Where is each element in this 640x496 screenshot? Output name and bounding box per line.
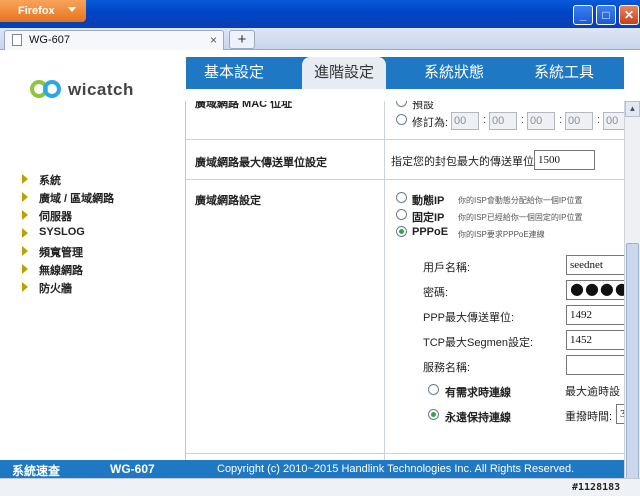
tab-advanced-settings[interactable]: 進階設定 (302, 57, 386, 89)
mac-field-2[interactable]: 00 (489, 112, 517, 130)
main-nav: 基本設定 進階設定 系統狀態 系統工具 (186, 57, 624, 89)
tab-system-status[interactable]: 系統狀態 (406, 57, 502, 89)
new-tab-button[interactable]: + (229, 30, 255, 49)
sidebar-item-label: 系統 (39, 175, 61, 187)
mac-modify-label: 修訂為: (412, 117, 449, 129)
sidebar: 系統 廣域 / 區域網路 伺服器 SYSLOG 頻寬管理 無線網路 防火牆 (0, 101, 186, 461)
mac-field-1[interactable]: 00 (451, 112, 479, 130)
maximize-button[interactable]: □ (596, 5, 616, 25)
keep-alive-radio[interactable] (428, 409, 439, 420)
wan-mac-label: 廣域網路 MAC 位址 (195, 101, 293, 110)
mac-field-3[interactable]: 00 (527, 112, 555, 130)
footer-model: WG-607 (110, 462, 155, 476)
pppoe-radio[interactable] (396, 226, 407, 237)
browser-tabbar: WG-607 × + (0, 28, 640, 50)
username-label: 用戶名稱: (423, 262, 471, 274)
dynamic-ip-hint: 你的ISP會動態分配給你一個IP位置 (458, 196, 583, 205)
minimize-button[interactable]: _ (573, 5, 593, 25)
static-ip-hint: 你的ISP已經給你一個固定的IP位置 (458, 213, 583, 222)
password-input[interactable]: ●●●●● (566, 280, 625, 300)
sidebar-item-label: 無線網路 (39, 265, 83, 277)
vertical-scrollbar[interactable]: ▲ ▼ (624, 101, 640, 496)
on-demand-label: 有需求時連線 (445, 387, 511, 399)
chevron-down-icon (68, 7, 76, 12)
dynamic-ip-radio[interactable] (396, 192, 407, 203)
ppp-mtu-label: PPP最大傳送單位: (423, 312, 515, 324)
page-icon (12, 34, 22, 46)
mtu-label: 廣域網路最大傳送單位設定 (195, 157, 327, 169)
triangle-bullet-icon (22, 264, 28, 274)
mtu-input[interactable]: 1500 (534, 150, 595, 170)
dynamic-ip-label: 動態IP (412, 195, 445, 207)
ppp-mtu-input[interactable]: 1492 (566, 305, 625, 325)
mac-field-4[interactable]: 00 (565, 112, 593, 130)
tcp-mss-input[interactable]: 1452 (566, 330, 625, 350)
close-window-button[interactable]: ✕ (619, 5, 639, 25)
triangle-bullet-icon (22, 282, 28, 292)
footer: 系統速查 WG-607 Copyright (c) 2010~2015 Hand… (0, 460, 624, 478)
browser-tab-title: WG-607 (29, 34, 70, 46)
row-divider (186, 179, 625, 180)
firefox-menu-label: Firefox (18, 5, 55, 17)
wicatch-logo-icon (30, 80, 61, 98)
watermark: #1128183 (572, 482, 621, 493)
firefox-menu-button[interactable]: Firefox (0, 0, 86, 22)
tcp-mss-label: TCP最大Segmen設定: (423, 337, 534, 349)
sidebar-item-label: 防火牆 (39, 283, 72, 295)
tab-basic-settings[interactable]: 基本設定 (186, 57, 282, 89)
logo-text: wicatch (68, 80, 134, 99)
router-admin-page: wicatch 基本設定 進階設定 系統狀態 系統工具 系統 廣域 / 區域網路… (0, 51, 640, 496)
triangle-bullet-icon (22, 246, 28, 256)
static-ip-label: 固定IP (412, 212, 445, 224)
triangle-bullet-icon (22, 174, 28, 184)
tab-close-icon[interactable]: × (210, 31, 217, 49)
browser-titlebar: Firefox _ □ ✕ (0, 0, 640, 28)
row-divider (186, 453, 625, 454)
logo: wicatch (30, 77, 140, 101)
mac-field-5[interactable]: 00 (603, 112, 625, 130)
mac-default-label: 預設 (412, 101, 434, 111)
tab-system-tools[interactable]: 系統工具 (516, 57, 612, 89)
sidebar-item-label: 頻寬管理 (39, 247, 83, 259)
service-name-label: 服務名稱: (423, 362, 471, 374)
app-header: wicatch 基本設定 進階設定 系統狀態 系統工具 (0, 51, 624, 101)
service-name-input[interactable] (566, 355, 625, 375)
pppoe-label: PPPoE (412, 226, 449, 238)
footer-brand[interactable]: 系統速查 (12, 462, 60, 479)
column-divider (384, 101, 385, 461)
mac-modify-radio[interactable] (396, 114, 407, 125)
footer-copyright: Copyright (c) 2010~2015 Handlink Technol… (217, 463, 575, 475)
mtu-prompt: 指定您的封包最大的傳送單位: (391, 156, 538, 168)
mac-colon: : (521, 114, 525, 126)
on-demand-radio[interactable] (428, 384, 439, 395)
scroll-thumb[interactable] (626, 243, 639, 491)
mac-colon: : (559, 114, 563, 126)
triangle-bullet-icon (22, 210, 28, 220)
mac-default-radio[interactable] (396, 101, 407, 107)
triangle-bullet-icon (22, 228, 28, 238)
sidebar-item-label: 廣域 / 區域網路 (39, 193, 115, 205)
username-input[interactable]: seednet (566, 255, 625, 275)
static-ip-radio[interactable] (396, 209, 407, 220)
wan-settings-label: 廣域網路設定 (195, 195, 261, 207)
browser-tab[interactable]: WG-607 × (4, 30, 224, 50)
keep-alive-label: 永遠保持連線 (445, 412, 511, 424)
sidebar-item-label: SYSLOG (39, 226, 85, 238)
sidebar-item-label: 伺服器 (39, 211, 72, 223)
triangle-bullet-icon (22, 192, 28, 202)
settings-panel: 廣域網路 MAC 位址 預設 修訂為: 00 : 00 : 00 : 00 : … (185, 101, 625, 461)
pppoe-hint: 你的ISP要求PPPoE連線 (458, 230, 545, 239)
password-label: 密碼: (423, 287, 449, 299)
redial-label: 重撥時間: (565, 411, 613, 423)
browser-statusbar: #1128183 (0, 478, 640, 496)
mac-colon: : (483, 114, 487, 126)
row-divider (186, 139, 625, 140)
scroll-up-icon[interactable]: ▲ (625, 101, 640, 117)
mac-colon: : (597, 114, 601, 126)
max-idle-label: 最大逾時設 (565, 386, 620, 398)
